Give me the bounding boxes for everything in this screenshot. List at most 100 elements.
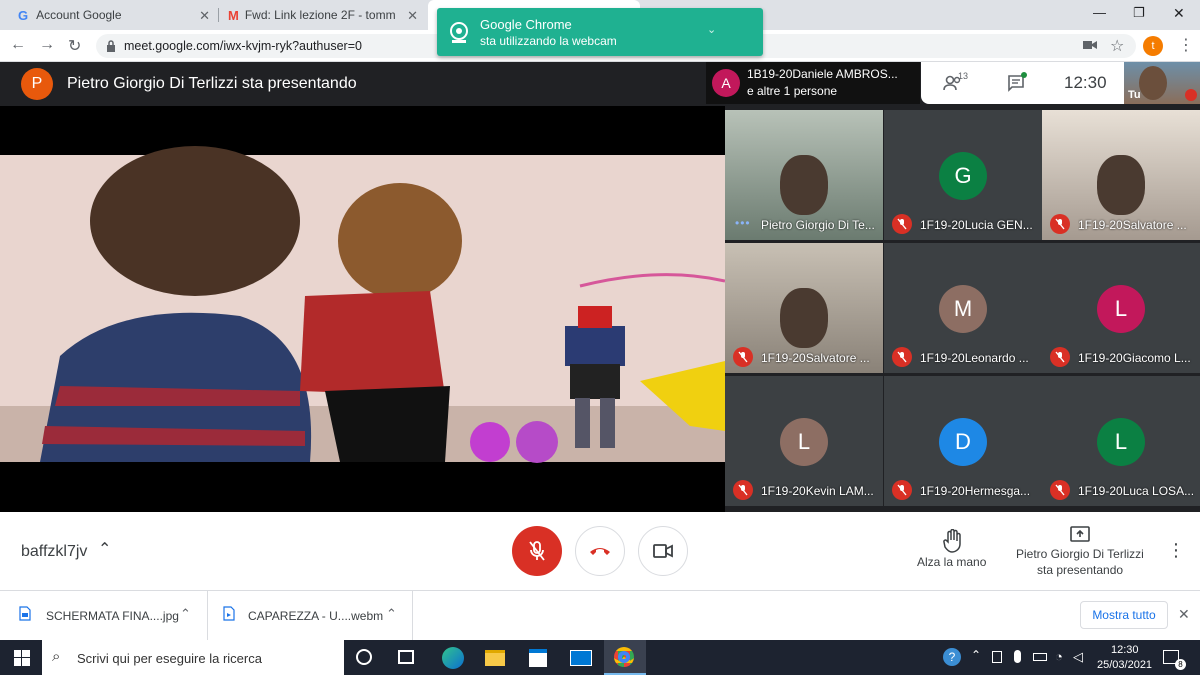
participant-avatar: M (939, 285, 987, 333)
participant-name: 1F19-20Leonardo ... (920, 351, 1029, 365)
self-label: Tu (1128, 89, 1141, 101)
participant-name: 1F19-20Hermesga... (920, 484, 1031, 498)
more-options-icon[interactable]: ⋮ (1167, 540, 1185, 561)
camera-toggle-button[interactable] (638, 526, 688, 576)
tray-device-icon[interactable] (992, 651, 1002, 663)
gmail-icon: M (228, 7, 239, 23)
participant-tile[interactable]: ••• Pietro Giorgio Di Te... (725, 110, 883, 240)
present-screen-icon[interactable] (1070, 526, 1090, 542)
cortana-icon[interactable] (356, 649, 372, 665)
download-item[interactable]: SCHERMATA FINA....jpg ⌃ (0, 591, 208, 640)
mic-toggle-button[interactable] (512, 526, 562, 576)
participant-avatar: G (939, 152, 987, 200)
tab-account-google[interactable]: G Account Google ✕ (8, 0, 218, 30)
tray-chevron-icon[interactable]: ⌃ (971, 648, 981, 662)
muted-mic-icon (1050, 347, 1070, 367)
taskbar-time[interactable]: 12:30 (1111, 644, 1139, 656)
windows-start-icon[interactable] (14, 650, 30, 666)
participant-tile[interactable]: D 1F19-20Hermesga... (884, 376, 1042, 506)
self-view: Tu (1124, 62, 1200, 104)
presentation-video (0, 106, 725, 512)
notification-count: 8 (1175, 659, 1186, 670)
chevron-up-icon[interactable]: ⌃ (180, 606, 191, 622)
download-filename: SCHERMATA FINA....jpg (46, 609, 179, 623)
chrome-icon (614, 647, 634, 667)
download-item[interactable]: CAPAREZZA - U....webm ⌃ (208, 591, 413, 640)
participant-video (780, 155, 828, 215)
close-tab-icon[interactable]: ✕ (407, 8, 418, 24)
maximize-button[interactable]: ❐ (1133, 5, 1145, 21)
mail-icon[interactable] (570, 650, 592, 666)
volume-icon[interactable]: ◁ (1073, 649, 1083, 665)
muted-mic-icon (1050, 214, 1070, 234)
participant-name: 1F19-20Salvatore ... (1078, 218, 1187, 232)
leave-call-button[interactable] (575, 526, 625, 576)
forward-icon[interactable]: → (39, 36, 55, 54)
taskbar-date[interactable]: 25/03/2021 (1097, 659, 1152, 671)
minimize-button[interactable]: — (1093, 5, 1106, 20)
tray-mic-icon[interactable] (1014, 650, 1021, 663)
joined-name: 1B19-20Daniele AMBROS... (747, 67, 898, 81)
taskbar-search-box[interactable]: ⌕ Scrivi qui per eseguire la ricerca (42, 640, 344, 675)
tray-battery-icon[interactable] (1033, 653, 1047, 661)
participant-tile[interactable]: 1F19-20Salvatore ... (725, 243, 883, 373)
bookmark-star-icon[interactable]: ☆ (1110, 36, 1124, 56)
participant-grid: ••• Pietro Giorgio Di Te... G 1F19-20Lucia … (725, 110, 1200, 512)
tab-gmail[interactable]: M Fwd: Link lezione 2F - tommasa.c ✕ (220, 0, 426, 30)
search-placeholder: Scrivi qui per eseguire la ricerca (77, 651, 262, 666)
participant-name: 1F19-20Lucia GEN... (920, 218, 1033, 232)
participant-name: 1F19-20Giacomo L... (1078, 351, 1191, 365)
tab-title: Fwd: Link lezione 2F - tommasa.c (244, 8, 395, 22)
presenter-title: Pietro Giorgio Di Terlizzi sta presentan… (67, 75, 357, 92)
notification-text: sta utilizzando la webcam (480, 34, 617, 48)
participant-tile[interactable]: L 1F19-20Giacomo L... (1042, 243, 1200, 373)
task-view-icon[interactable] (398, 650, 414, 664)
raise-hand-label[interactable]: Alza la mano (917, 555, 986, 569)
presenting-line-2[interactable]: sta presentando (1037, 563, 1123, 577)
join-notification: A 1B19-20Daniele AMBROS... e altre 1 per… (706, 62, 920, 104)
webcam-icon (450, 22, 468, 43)
participant-tile[interactable]: M 1F19-20Leonardo ... (884, 243, 1042, 373)
meeting-code[interactable]: baffzkl7jv (21, 543, 87, 561)
close-window-button[interactable]: ✕ (1173, 5, 1185, 22)
close-tab-icon[interactable]: ✕ (199, 8, 210, 24)
self-view-face (1139, 66, 1167, 100)
muted-mic-icon (1050, 480, 1070, 500)
chevron-up-icon[interactable]: ⌃ (98, 539, 111, 559)
muted-mic-icon (892, 480, 912, 500)
hang-up-icon (590, 548, 610, 555)
close-downloads-icon[interactable]: ✕ (1178, 606, 1190, 623)
edge-icon[interactable] (442, 647, 464, 669)
back-icon[interactable]: ← (10, 36, 26, 54)
video-camera-icon (653, 544, 673, 558)
file-explorer-icon[interactable] (485, 650, 505, 666)
mic-off-icon (529, 541, 545, 561)
download-filename: CAPAREZZA - U....webm (248, 609, 384, 623)
tab-title: Account Google (36, 8, 122, 22)
participant-tile[interactable]: 1F19-20Salvatore ... (1042, 110, 1200, 240)
participant-tile[interactable]: G 1F19-20Lucia GEN... (884, 110, 1042, 240)
search-icon: ⌕ (52, 648, 61, 665)
reload-icon[interactable]: ↻ (68, 36, 81, 56)
camera-in-use-icon[interactable] (1083, 40, 1097, 50)
participant-tile[interactable]: L 1F19-20Luca LOSA... (1042, 376, 1200, 506)
participant-tile[interactable]: L 1F19-20Kevin LAM... (725, 376, 883, 506)
presenting-line-1[interactable]: Pietro Giorgio Di Terlizzi (1016, 547, 1144, 561)
chevron-down-icon[interactable]: ⌄ (707, 23, 716, 36)
wifi-icon[interactable]: ◔ (1055, 649, 1063, 664)
meet-controls: baffzkl7jv ⌃ Alza la mano Pietro Giorgio… (0, 512, 1200, 590)
participant-avatar: L (780, 418, 828, 466)
image-file-icon (19, 606, 31, 621)
help-icon[interactable]: ? (943, 648, 961, 666)
participant-video (780, 288, 828, 348)
chrome-menu-icon[interactable]: ⋮ (1178, 35, 1194, 55)
store-icon[interactable] (529, 649, 547, 667)
chevron-up-icon[interactable]: ⌃ (386, 606, 397, 622)
chrome-taskbar-item[interactable] (604, 640, 646, 675)
show-all-button[interactable]: Mostra tutto (1080, 601, 1168, 629)
meet-info-panel: 13 12:30 (921, 62, 1124, 104)
raise-hand-icon[interactable] (943, 529, 963, 553)
joined-avatar: A (712, 69, 740, 97)
self-mute-icon (1185, 89, 1197, 101)
profile-avatar[interactable]: t (1143, 36, 1163, 56)
